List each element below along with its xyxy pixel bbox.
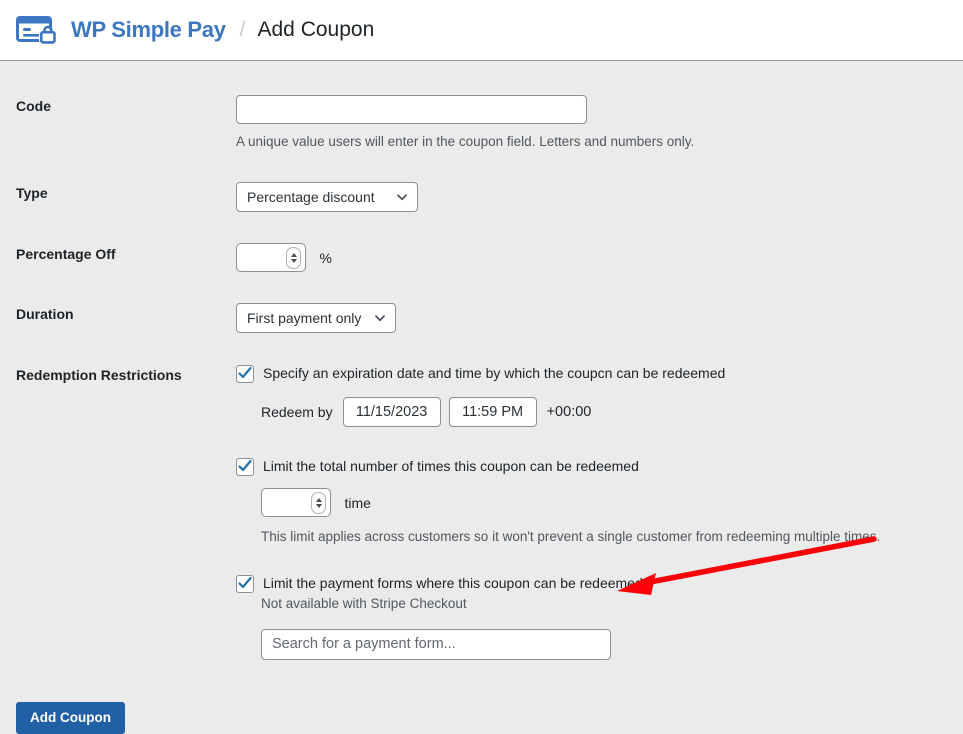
number-spinner-icon[interactable] [311, 491, 326, 514]
limit-forms-checkbox-label: Limit the payment forms where this coupo… [263, 574, 643, 591]
limit-total-checkbox-label: Limit the total number of times this cou… [263, 458, 639, 475]
payment-form-search-row [261, 628, 947, 660]
add-coupon-form: Code A unique value users will enter in … [0, 95, 963, 734]
label-percentage-off: Percentage Off [16, 246, 116, 263]
app-header: WP Simple Pay / Add Coupon [0, 0, 963, 61]
field-row-type: Type Percentage discount [0, 182, 963, 213]
limit-total-checkbox[interactable] [236, 458, 254, 477]
code-help-text: A unique value users will enter in the c… [236, 134, 695, 149]
field-row-percentage-off: Percentage Off % [0, 243, 963, 273]
breadcrumb-separator: / [239, 18, 246, 41]
expiration-checkbox-label: Specify an expiration date and time by w… [263, 365, 726, 382]
label-type: Type [16, 185, 48, 202]
submit-row: Add Coupon [0, 701, 963, 734]
checkmark-icon [238, 576, 252, 588]
code-input[interactable] [236, 95, 587, 124]
duration-select-value: First payment only [247, 310, 362, 327]
number-spinner-icon[interactable] [286, 246, 301, 269]
type-select-value: Percentage discount [247, 189, 375, 206]
redeem-by-date-input[interactable] [342, 397, 441, 428]
redeem-by-row: Redeem by +00:00 [261, 397, 947, 428]
limit-total-restriction: Limit the total number of times this cou… [236, 457, 947, 477]
limit-total-input[interactable] [270, 494, 309, 511]
add-coupon-button[interactable]: Add Coupon [16, 701, 125, 734]
chevron-down-icon [397, 194, 407, 201]
percentage-off-input[interactable] [245, 249, 284, 266]
field-row-redemption-restrictions: Redemption Restrictions Specify an expir… [0, 364, 963, 660]
limit-total-stepper[interactable] [261, 488, 331, 518]
expiration-checkbox[interactable] [236, 365, 254, 384]
credit-card-lock-icon [16, 16, 56, 44]
expiration-restriction: Specify an expiration date and time by w… [236, 364, 947, 384]
field-row-duration: Duration First payment only [0, 303, 963, 334]
percentage-off-unit: % [319, 249, 332, 266]
limit-forms-checkbox[interactable] [236, 574, 254, 593]
duration-select[interactable]: First payment only [236, 303, 397, 334]
page-title: Add Coupon [257, 18, 375, 41]
payment-form-search-input[interactable] [261, 628, 611, 660]
limit-total-unit: time [344, 494, 371, 511]
limit-forms-note: Not available with Stripe Checkout [261, 595, 467, 611]
label-duration: Duration [16, 306, 74, 323]
label-redemption-restrictions: Redemption Restrictions [16, 367, 182, 384]
timezone-offset: +00:00 [546, 404, 592, 421]
field-row-code: Code A unique value users will enter in … [0, 95, 963, 152]
limit-total-value-row: time [261, 488, 947, 518]
checkmark-icon [238, 367, 252, 379]
chevron-down-icon [375, 315, 386, 322]
type-select[interactable]: Percentage discount [236, 182, 418, 213]
limit-forms-restriction: Limit the payment forms where this coupo… [236, 574, 947, 593]
redeem-by-label: Redeem by [261, 404, 333, 421]
redeem-by-time-input[interactable] [448, 397, 537, 428]
percentage-off-stepper[interactable] [236, 243, 306, 273]
label-code: Code [16, 98, 51, 114]
limit-total-help-text: This limit applies across customers so i… [261, 529, 881, 545]
brand-name: WP Simple Pay [71, 17, 226, 42]
checkmark-icon [238, 460, 252, 472]
